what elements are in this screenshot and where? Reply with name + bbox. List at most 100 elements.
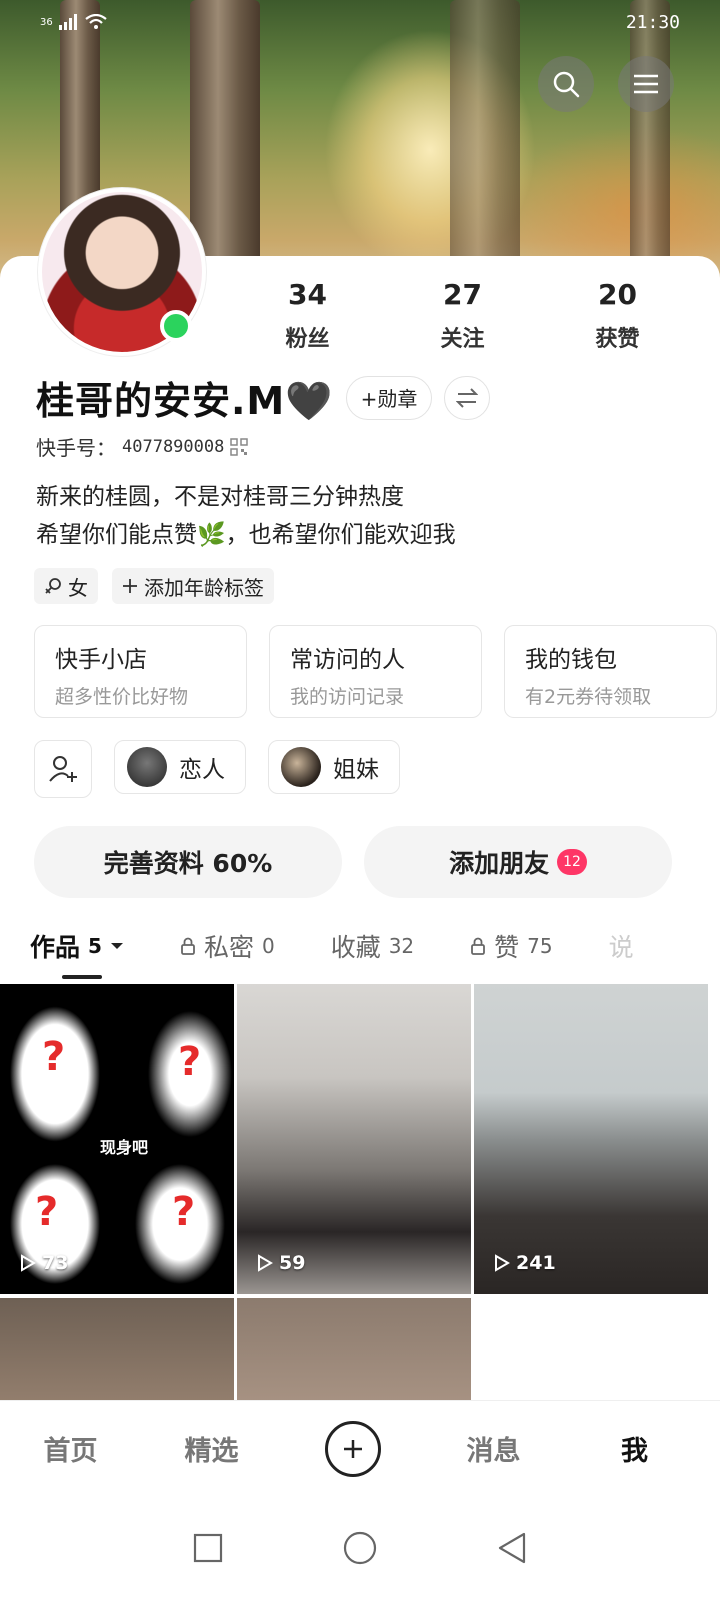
lock-icon <box>181 937 195 955</box>
nav-featured[interactable]: 精选 <box>141 1429 282 1468</box>
nav-home[interactable]: 首页 <box>0 1429 141 1468</box>
menu-icon <box>634 74 658 94</box>
play-count: 59 <box>257 1252 305 1274</box>
group-label: 姐妹 <box>333 757 379 783</box>
stat-label: 粉丝 <box>285 327 330 352</box>
online-status-indicator <box>160 310 192 342</box>
play-count-value: 241 <box>516 1252 556 1274</box>
work-thumbnail[interactable]: 241 <box>474 984 708 1294</box>
card-title: 常访问的人 <box>290 647 405 673</box>
profile-stats: 34 粉丝 27 关注 20 获赞 <box>230 278 710 353</box>
shop-card[interactable]: 快手小店 超多性价比好物 <box>34 625 247 718</box>
tab-liked[interactable]: 赞 75 <box>470 928 553 964</box>
play-icon <box>21 1254 36 1272</box>
search-icon <box>553 71 580 98</box>
status-bar: 36 21:30 <box>0 10 720 40</box>
frequent-visitors-card[interactable]: 常访问的人 我的访问记录 <box>269 625 482 718</box>
stat-likes[interactable]: 20 获赞 <box>540 278 695 353</box>
plus-icon <box>123 579 137 593</box>
complete-profile-button[interactable]: 完善资料 60% <box>34 826 342 898</box>
switch-account-button[interactable] <box>444 375 491 420</box>
tab-favorites[interactable]: 收藏 32 <box>331 928 414 964</box>
user-id-row[interactable]: 快手号： 4077890008 <box>36 432 249 461</box>
tab-count: 32 <box>388 934 415 958</box>
stat-value: 20 <box>598 278 637 311</box>
tag-label: 添加年龄标签 <box>144 575 264 600</box>
menu-button[interactable] <box>618 56 674 112</box>
active-tab-indicator <box>62 975 102 979</box>
card-title: 快手小店 <box>55 647 147 673</box>
add-relationship-button[interactable] <box>34 740 92 798</box>
tab-label: 赞 <box>494 933 520 962</box>
add-medal-button[interactable]: +勋章 <box>345 375 433 420</box>
female-icon <box>45 578 61 594</box>
play-count: 241 <box>494 1252 556 1274</box>
search-button[interactable] <box>538 56 594 112</box>
button-label: 完善资料 60% <box>103 849 273 878</box>
tab-label: 私密 <box>203 933 254 962</box>
system-navigation-bar <box>0 1496 720 1600</box>
work-thumbnail[interactable]: 59 <box>237 984 471 1294</box>
button-label: 添加朋友 <box>449 849 550 878</box>
tab-posts[interactable]: 说 <box>609 928 634 964</box>
username: 桂哥的安安.M🖤 <box>36 379 334 423</box>
notification-badge: 12 <box>557 849 587 875</box>
add-person-icon <box>49 756 77 782</box>
tab-count: 0 <box>261 934 275 958</box>
group-label: 恋人 <box>179 757 225 783</box>
quick-cards: 快手小店 超多性价比好物 常访问的人 我的访问记录 我的钱包 有2元券待领取 <box>34 625 717 718</box>
signal-bars-icon <box>58 14 77 30</box>
card-title: 我的钱包 <box>525 647 617 673</box>
thumbnail-text: 现身吧 <box>100 1138 149 1157</box>
bio-line: 希望你们能点赞🌿，也希望你们能欢迎我 <box>36 522 456 548</box>
play-icon <box>258 1254 273 1272</box>
tab-count: 75 <box>527 934 553 958</box>
caret-down-icon <box>110 943 123 949</box>
group-chip-lover[interactable]: 恋人 <box>114 740 246 794</box>
signal-icon: 36 <box>40 16 53 28</box>
group-chip-sisters[interactable]: 姐妹 <box>268 740 400 794</box>
add-friends-button[interactable]: 添加朋友 12 <box>364 826 672 898</box>
content-tabs: 作品 5 私密 0 收藏 32 赞 75 说 <box>30 928 720 964</box>
stat-value: 27 <box>443 278 482 311</box>
play-count-value: 59 <box>279 1252 306 1274</box>
name-row: 桂哥的安安.M🖤 +勋章 <box>36 370 491 425</box>
tab-private[interactable]: 私密 0 <box>180 928 275 964</box>
play-icon <box>495 1254 510 1272</box>
bio-line: 新来的桂圆，不是对桂哥三分钟热度 <box>36 484 404 510</box>
wifi-icon <box>85 14 107 29</box>
tab-label: 说 <box>608 933 634 962</box>
stat-label: 关注 <box>440 327 485 352</box>
stat-label: 获赞 <box>595 327 640 352</box>
create-button[interactable] <box>324 1420 381 1477</box>
add-age-tag-button[interactable]: 添加年龄标签 <box>112 568 274 604</box>
play-count-value: 73 <box>42 1252 69 1274</box>
bio[interactable]: 新来的桂圆，不是对桂哥三分钟热度 希望你们能点赞🌿，也希望你们能欢迎我 <box>36 478 456 554</box>
wallet-card[interactable]: 我的钱包 有2元券待领取 <box>504 625 717 718</box>
play-count: 73 <box>20 1252 68 1274</box>
stat-following[interactable]: 27 关注 <box>385 278 540 353</box>
gender-tag[interactable]: 女 <box>34 568 98 604</box>
recents-icon[interactable] <box>193 1533 223 1563</box>
tab-count: 5 <box>88 934 102 958</box>
profile-actions: 完善资料 60% 添加朋友 12 <box>34 826 672 898</box>
work-thumbnail[interactable]: ? ? ? ? 现身吧 73 <box>0 984 234 1294</box>
card-subtitle: 我的访问记录 <box>290 686 405 708</box>
stat-followers[interactable]: 34 粉丝 <box>230 278 385 353</box>
stat-value: 34 <box>288 278 327 311</box>
lock-icon <box>471 937 486 955</box>
tab-label: 收藏 <box>330 933 381 962</box>
user-id-value: 4077890008 <box>122 436 225 457</box>
tab-works[interactable]: 作品 5 <box>30 928 124 964</box>
card-subtitle: 超多性价比好物 <box>55 686 189 708</box>
relationship-groups: 恋人 姐妹 <box>34 740 400 798</box>
nav-create[interactable] <box>282 1420 423 1477</box>
qr-code-icon[interactable] <box>230 437 249 456</box>
back-icon[interactable] <box>497 1532 527 1564</box>
home-icon[interactable] <box>343 1531 377 1565</box>
tab-label: 作品 <box>30 933 81 962</box>
nav-messages[interactable]: 消息 <box>423 1429 564 1468</box>
group-avatar <box>281 747 321 787</box>
group-avatar <box>127 747 167 787</box>
nav-me[interactable]: 我 <box>564 1429 705 1468</box>
